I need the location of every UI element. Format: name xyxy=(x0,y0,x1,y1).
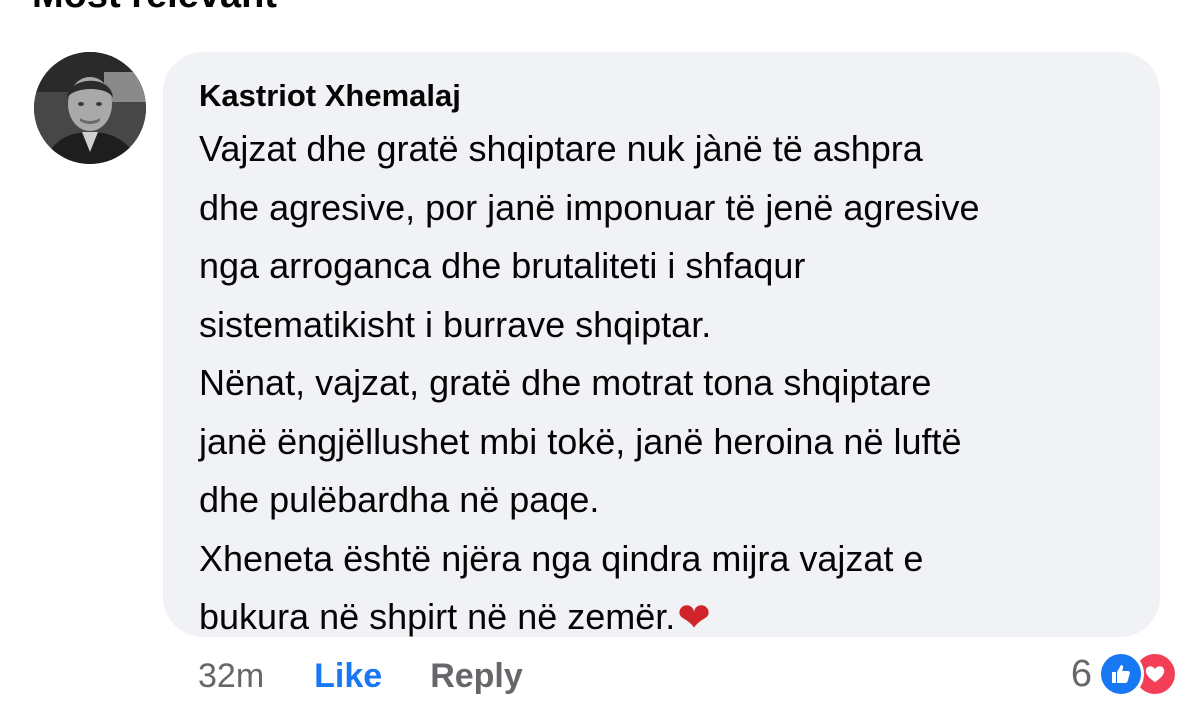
avatar-photo xyxy=(34,52,146,164)
like-button[interactable]: Like xyxy=(314,657,382,696)
comment-text-line-last: bukura në shpirt në në zemër.❤ xyxy=(199,588,1128,648)
comment-bubble: Kastriot Xhemalaj Vajzat dhe gratë shqip… xyxy=(163,52,1160,640)
comment-text-line: Vajzat dhe gratë shqiptare nuk jànë të a… xyxy=(199,128,923,169)
comment-text-line: dhe pulëbardha në paqe. xyxy=(199,479,600,520)
reply-button[interactable]: Reply xyxy=(430,657,523,696)
reaction-icons xyxy=(1098,651,1178,697)
comment-text-line: bukura në shpirt në në zemër. xyxy=(199,596,676,637)
comment-author-name[interactable]: Kastriot Xhemalaj xyxy=(199,76,1128,116)
like-icon xyxy=(1098,651,1144,697)
comment-text-line: nga arroganca dhe brutaliteti i shfaqur xyxy=(199,245,806,286)
comment-text-line: Nënat, vajzat, gratë dhe motrat tona shq… xyxy=(199,362,932,403)
avatar[interactable] xyxy=(34,52,146,164)
comment-text-line: Xheneta është njëra nga qindra mijra vaj… xyxy=(199,537,924,579)
heart-emoji-icon: ❤ xyxy=(677,596,711,640)
comment-actions: 32m Like Reply xyxy=(198,652,523,700)
comment-text-line: dhe agresive, por janë imponuar të jenë … xyxy=(199,186,980,228)
comment-text-line: janë ëngjëllushet mbi tokë, janë heroina… xyxy=(199,420,962,462)
comment-text: Vajzat dhe gratë shqiptare nuk jànë të a… xyxy=(199,120,1128,648)
section-header-most-relevant[interactable]: Most relevant xyxy=(32,0,277,17)
comment-text-line: sistematikisht i burrave shqiptar. xyxy=(199,303,712,345)
comment-timestamp[interactable]: 32m xyxy=(198,657,264,696)
reactions-summary[interactable]: 6 xyxy=(1071,648,1178,700)
reaction-count: 6 xyxy=(1070,652,1092,695)
